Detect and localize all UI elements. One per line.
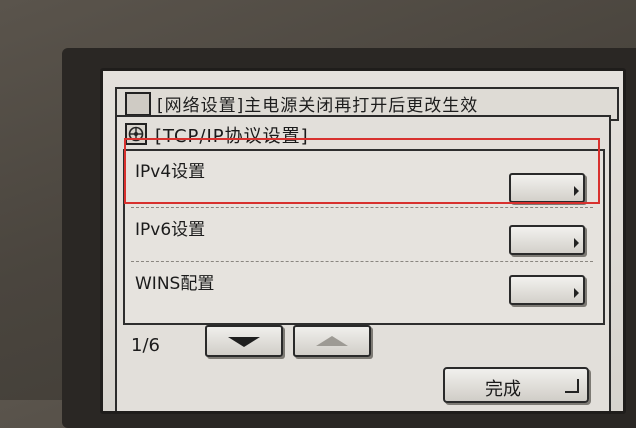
page-indicator: 1/6 bbox=[131, 335, 160, 356]
return-icon bbox=[565, 379, 579, 393]
list-divider bbox=[131, 261, 593, 262]
list-item-ipv6[interactable]: IPv6设置 bbox=[125, 209, 603, 261]
highlight-box bbox=[124, 138, 600, 204]
arrow-up-icon bbox=[316, 336, 348, 346]
page-down-button[interactable] bbox=[205, 325, 283, 357]
page-up-button[interactable] bbox=[293, 325, 371, 357]
done-button[interactable]: 完成 bbox=[443, 367, 589, 403]
list-item-label: IPv6设置 bbox=[135, 220, 206, 240]
right-arrow-icon bbox=[574, 288, 579, 298]
list-item-wins[interactable]: WINS配置 bbox=[125, 263, 603, 315]
arrow-down-icon bbox=[228, 337, 260, 347]
ipv6-settings-button[interactable] bbox=[509, 225, 585, 255]
list-item-label: WINS配置 bbox=[135, 274, 215, 294]
lcd-screen: [网络设置]主电源关闭再打开后更改生效 [TCP/IP协议设置] IPv4设置 … bbox=[100, 68, 626, 414]
network-icon bbox=[125, 92, 151, 116]
back-window-title: [网络设置]主电源关闭再打开后更改生效 bbox=[157, 96, 479, 116]
right-arrow-icon bbox=[574, 238, 579, 248]
wins-settings-button[interactable] bbox=[509, 275, 585, 305]
done-button-label: 完成 bbox=[485, 379, 521, 400]
list-divider bbox=[131, 207, 593, 208]
